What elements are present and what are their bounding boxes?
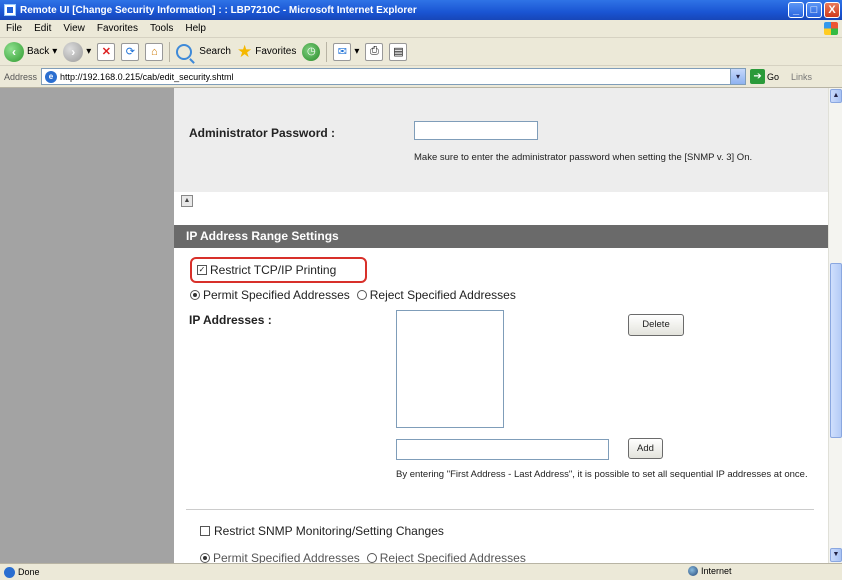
links-button[interactable]: Links xyxy=(791,72,812,82)
page-viewport: Administrator Password : Make sure to en… xyxy=(0,88,828,563)
zone-label: Internet xyxy=(701,566,732,576)
ip-range-section-header: IP Address Range Settings xyxy=(174,225,828,248)
admin-password-label: Administrator Password : xyxy=(189,126,336,140)
menu-edit[interactable]: Edit xyxy=(34,23,51,34)
vertical-scrollbar[interactable]: ▲ ▼ xyxy=(828,88,842,563)
go-label: Go xyxy=(767,71,780,82)
scroll-up-icon[interactable]: ▲ xyxy=(830,89,842,103)
mail-button[interactable]: ✉ ▾ xyxy=(333,42,359,61)
restrict-snmp-label: Restrict SNMP Monitoring/Setting Changes xyxy=(214,524,444,538)
go-button[interactable]: ➔ Go xyxy=(750,69,779,84)
ip-address-list[interactable] xyxy=(396,310,504,428)
scroll-to-top-icon[interactable]: ▲ xyxy=(181,195,193,207)
stop-icon[interactable]: ✕ xyxy=(97,42,116,61)
menu-file[interactable]: File xyxy=(6,23,22,34)
windows-logo-icon xyxy=(824,22,838,35)
status-text: Done xyxy=(18,567,40,577)
forward-button[interactable]: › ▾ xyxy=(63,41,91,62)
go-arrow-icon: ➔ xyxy=(750,69,766,84)
menu-bar: File Edit View Favorites Tools Help xyxy=(0,20,842,38)
address-bar: Address e http://192.168.0.215/cab/edit_… xyxy=(0,66,842,88)
mail-dropdown-icon[interactable]: ▾ xyxy=(354,46,359,57)
menu-help[interactable]: Help xyxy=(185,23,206,34)
section-divider xyxy=(186,509,814,510)
ip-address-input[interactable] xyxy=(396,439,609,460)
restrict-snmp-checkbox-row[interactable]: Restrict SNMP Monitoring/Setting Changes xyxy=(200,524,444,538)
add-button[interactable]: Add xyxy=(628,438,663,459)
edit-page-icon[interactable]: ▤ xyxy=(389,42,408,61)
address-dropdown-icon[interactable]: ▾ xyxy=(730,69,746,84)
snmp-reject-label: Reject Specified Addresses xyxy=(379,551,526,563)
snmp-permit-label: Permit Specified Addresses xyxy=(213,551,360,563)
back-dropdown-icon[interactable]: ▾ xyxy=(52,46,57,57)
toolbar: ‹ Back ▾ › ▾ ✕ ⟳ ⌂ Search ★ Favorites ◷ … xyxy=(0,38,842,66)
menu-favorites[interactable]: Favorites xyxy=(97,23,138,34)
password-panel: Administrator Password : Make sure to en… xyxy=(174,88,828,192)
main-content: Administrator Password : Make sure to en… xyxy=(174,88,828,563)
restrict-snmp-checkbox[interactable] xyxy=(200,526,210,536)
security-zone: Internet xyxy=(688,566,732,576)
maximize-button[interactable]: □ xyxy=(806,2,822,18)
history-icon[interactable]: ◷ xyxy=(302,42,321,61)
permit-radio[interactable] xyxy=(190,290,200,300)
print-icon[interactable]: ⎙ xyxy=(365,42,384,61)
snmp-permit-radio[interactable] xyxy=(200,553,210,563)
star-icon: ★ xyxy=(236,42,253,61)
forward-arrow-icon: › xyxy=(63,41,84,62)
reject-label: Reject Specified Addresses xyxy=(369,288,516,302)
address-url: http://192.168.0.215/cab/edit_security.s… xyxy=(60,71,234,82)
scrollbar-thumb[interactable] xyxy=(830,263,842,438)
menu-view[interactable]: View xyxy=(63,23,85,34)
snmp-mode-radios: Permit Specified Addresses Reject Specif… xyxy=(200,551,526,563)
page-icon: e xyxy=(45,70,58,83)
menu-tools[interactable]: Tools xyxy=(150,23,173,34)
back-arrow-icon: ‹ xyxy=(4,41,24,62)
title-bar: Remote UI [Change Security Information] … xyxy=(0,0,842,20)
favorites-label: Favorites xyxy=(255,46,297,57)
back-button[interactable]: ‹ Back ▾ xyxy=(4,41,57,62)
home-icon[interactable]: ⌂ xyxy=(145,42,164,61)
ip-addresses-label: IP Addresses : xyxy=(189,313,272,327)
close-button[interactable]: X xyxy=(824,2,840,18)
address-input[interactable]: e http://192.168.0.215/cab/edit_security… xyxy=(41,68,747,85)
restrict-tcpip-checkbox-row[interactable]: ✓ Restrict TCP/IP Printing xyxy=(190,257,367,283)
restrict-tcpip-checkbox[interactable]: ✓ xyxy=(197,265,207,275)
snmp-reject-radio[interactable] xyxy=(366,553,377,563)
minimize-button[interactable]: _ xyxy=(788,2,804,18)
toolbar-divider xyxy=(169,41,171,62)
window-title: Remote UI [Change Security Information] … xyxy=(20,4,417,16)
admin-password-input[interactable] xyxy=(414,121,538,140)
restrict-tcpip-label: Restrict TCP/IP Printing xyxy=(210,263,337,277)
favorites-button[interactable]: ★ Favorites xyxy=(237,43,296,60)
address-mode-radios: Permit Specified Addresses Reject Specif… xyxy=(190,288,516,302)
password-note: Make sure to enter the administrator pas… xyxy=(414,152,753,163)
delete-button[interactable]: Delete xyxy=(628,314,684,336)
refresh-icon[interactable]: ⟳ xyxy=(121,42,140,61)
reject-radio[interactable] xyxy=(356,290,367,300)
forward-dropdown-icon[interactable]: ▾ xyxy=(86,46,91,57)
address-label: Address xyxy=(4,71,38,82)
toolbar-divider xyxy=(326,41,328,62)
range-note: By entering "First Address - Last Addres… xyxy=(396,469,808,480)
search-button[interactable]: Search xyxy=(176,43,231,60)
status-bar: Done Internet xyxy=(0,563,842,580)
window-controls: _ □ X xyxy=(788,2,840,18)
left-sidebar xyxy=(0,88,174,563)
permit-label: Permit Specified Addresses xyxy=(203,288,350,302)
ie-window-icon xyxy=(4,4,16,16)
scroll-down-icon[interactable]: ▼ xyxy=(830,548,842,562)
globe-icon xyxy=(688,566,698,576)
mail-icon: ✉ xyxy=(333,42,352,61)
search-icon xyxy=(176,43,193,60)
search-label: Search xyxy=(199,46,231,57)
page-status-icon xyxy=(4,566,15,578)
back-label: Back xyxy=(27,46,50,57)
